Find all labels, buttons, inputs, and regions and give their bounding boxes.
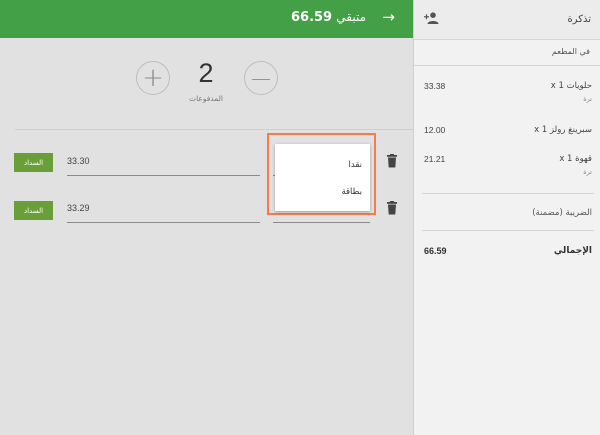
increase-payments-button[interactable]: + (136, 61, 170, 95)
ticket-item-price: 12.00 (424, 125, 446, 135)
remaining-label: متبقي (336, 10, 366, 24)
ticket-header: تذكرة (414, 0, 600, 39)
dropdown-option-cash[interactable]: نقدا (349, 160, 363, 170)
pay-button-2[interactable]: السداد (14, 201, 53, 220)
total-label: الإجمالي (553, 246, 592, 256)
divider (414, 39, 600, 40)
ticket-item-name[interactable]: قهوة x 1 (559, 154, 592, 164)
ticket-item-note: ترة (583, 168, 592, 176)
remaining-bar: متبقي 66.59 → (0, 0, 413, 38)
ticket-item-price: 33.38 (424, 81, 446, 91)
payment-amount-input-2[interactable]: 33.29 (67, 199, 260, 223)
remaining-display: متبقي 66.59 (291, 10, 366, 25)
ticket-item-name[interactable]: سبرينغ رولز x 1 (534, 125, 592, 135)
divider (422, 193, 594, 194)
payments-label: المدفوعات (189, 94, 223, 103)
ticket-item-name[interactable]: حلويات x 1 (551, 81, 592, 91)
divider (414, 65, 600, 66)
payment-method-dropdown: نقدا بطاقة (275, 144, 370, 211)
payment-method-dropdown-highlight: نقدا بطاقة (267, 133, 376, 215)
minus-icon: — (251, 66, 271, 90)
plus-icon: + (142, 63, 164, 93)
venue-label: في المطعم (551, 47, 590, 56)
ticket-item-note: ترة (583, 95, 592, 103)
ticket-panel: تذكرة في المطعم حلويات x 1 33.38 ترة سبر… (413, 0, 600, 435)
tax-label: الضريبة (مضمنة) (532, 208, 592, 218)
divider (422, 230, 594, 231)
dropdown-option-card[interactable]: بطاقة (341, 187, 362, 197)
remaining-amount: 66.59 (290, 10, 333, 25)
arrow-right-icon[interactable]: → (382, 8, 395, 26)
total-value: 66.59 (424, 246, 447, 256)
divider (15, 129, 413, 130)
payments-count: 2 (198, 58, 214, 88)
trash-icon[interactable] (386, 154, 398, 168)
ticket-title: تذكرة (567, 14, 591, 25)
pay-button-1[interactable]: السداد (14, 153, 53, 172)
trash-icon[interactable] (386, 201, 398, 215)
add-user-icon[interactable] (424, 12, 439, 24)
ticket-item-price: 21.21 (424, 154, 446, 164)
payment-pane: متبقي 66.59 → + 2 المدفوعات — السداد 33.… (0, 0, 413, 435)
decrease-payments-button[interactable]: — (244, 61, 278, 95)
payment-amount-input-1[interactable]: 33.30 (67, 152, 260, 176)
